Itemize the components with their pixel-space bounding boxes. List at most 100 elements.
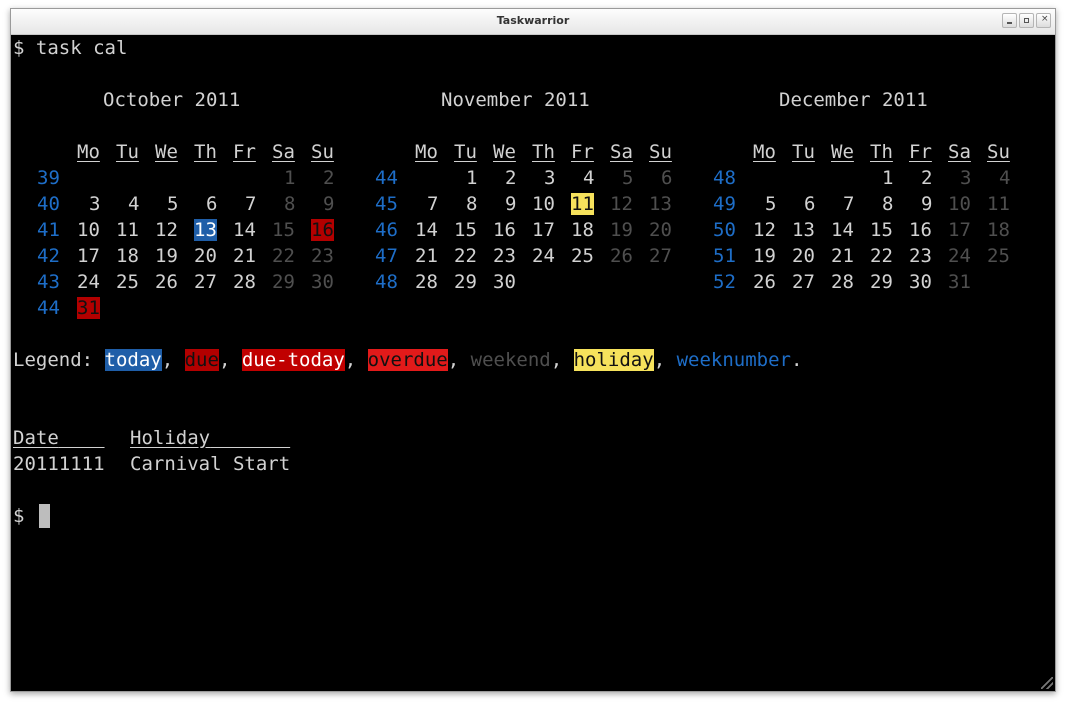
week-number: 45 <box>375 193 398 215</box>
calendar-day: 11 <box>571 193 594 215</box>
calendar-day-number: 10 <box>532 193 555 215</box>
week-number: 41 <box>37 219 60 241</box>
calendar-day-number: 1 <box>882 167 894 189</box>
calendar-day: 27 <box>792 271 815 293</box>
calendar-day: 7 <box>843 193 854 215</box>
calendar-day-number: 11 <box>571 193 594 215</box>
calendar-day: 15 <box>870 219 893 241</box>
calendar-day-number: 6 <box>206 193 218 215</box>
calendar-day: 8 <box>284 193 295 215</box>
calendar-day: 5 <box>622 167 633 189</box>
calendar-day-number: 11 <box>987 193 1010 215</box>
calendar-day: 28 <box>233 271 256 293</box>
terminal-window: Taskwarrior × $ task cal October 2011 Mo T… <box>10 8 1056 692</box>
calendar-day: 19 <box>610 219 633 241</box>
calendar-day-number: 8 <box>284 193 296 215</box>
legend-item-overdue: overdue <box>367 349 448 371</box>
calendar-day: 14 <box>233 219 256 241</box>
calendar-day: 15 <box>272 219 295 241</box>
weekday-header: Th <box>194 141 217 163</box>
weekday-header: Tu <box>454 141 477 163</box>
calendar-day: 26 <box>610 245 633 267</box>
holiday-header-holiday: Holiday <box>130 427 290 449</box>
calendar-day-number: 31 <box>77 297 100 319</box>
calendar-day: 6 <box>804 193 815 215</box>
calendar-day-number: 27 <box>792 271 815 293</box>
resize-grip[interactable] <box>1041 677 1053 689</box>
week-number: 43 <box>37 271 60 293</box>
weekday-header: Mo <box>77 141 100 163</box>
calendar-day: 29 <box>272 271 295 293</box>
calendar-day-number: 7 <box>427 193 439 215</box>
calendar-day: 23 <box>909 245 932 267</box>
week-number: 49 <box>713 193 736 215</box>
title-bar[interactable]: Taskwarrior × <box>11 9 1055 35</box>
calendar-day-number: 1 <box>284 167 296 189</box>
calendar-day-number: 24 <box>532 245 555 267</box>
calendar-day: 24 <box>948 245 971 267</box>
calendar-day: 31 <box>948 271 971 293</box>
calendar-day: 14 <box>831 219 854 241</box>
calendar-day: 1 <box>284 167 295 189</box>
weekday-header: Mo <box>753 141 776 163</box>
weekday-header: Sa <box>948 141 971 163</box>
calendar-day-number: 22 <box>272 245 295 267</box>
calendar-day-number: 8 <box>466 193 478 215</box>
legend-separator: , <box>447 349 471 371</box>
calendar-day: 16 <box>909 219 932 241</box>
calendar-day: 6 <box>661 167 672 189</box>
maximize-button[interactable] <box>1019 13 1034 28</box>
calendar-day-number: 10 <box>77 219 100 241</box>
calendar-day: 22 <box>272 245 295 267</box>
week-number: 47 <box>375 245 398 267</box>
calendar-day: 21 <box>233 245 256 267</box>
week-number: 48 <box>713 167 736 189</box>
calendar-day: 4 <box>583 167 594 189</box>
calendar-day: 17 <box>948 219 971 241</box>
calendar-day-number: 12 <box>155 219 178 241</box>
close-button[interactable]: × <box>1036 13 1051 28</box>
month-title: November 2011 <box>441 89 590 111</box>
calendar-day-number: 23 <box>909 245 932 267</box>
calendar-day-number: 29 <box>870 271 893 293</box>
calendar-day: 9 <box>921 193 932 215</box>
holiday-header-holiday-text: Holiday <box>130 427 211 449</box>
calendar-day-number: 30 <box>909 271 932 293</box>
calendar-day-number: 4 <box>128 193 140 215</box>
calendar-day: 2 <box>505 167 516 189</box>
legend-separator: , <box>344 349 368 371</box>
calendar-day-number: 20 <box>649 219 672 241</box>
calendar-day: 5 <box>167 193 178 215</box>
weekday-header: Sa <box>610 141 633 163</box>
shell-prompt: $ <box>13 505 25 527</box>
calendar-day: 2 <box>921 167 932 189</box>
calendar-day: 8 <box>882 193 893 215</box>
calendar-day-number: 31 <box>948 271 971 293</box>
calendar-day-number: 19 <box>610 219 633 241</box>
weekday-header: Su <box>311 141 334 163</box>
calendar-day: 19 <box>155 245 178 267</box>
calendar-day: 24 <box>532 245 555 267</box>
calendar-day-number: 15 <box>272 219 295 241</box>
legend-item-weekend: weekend <box>470 349 551 371</box>
calendar-day: 27 <box>194 271 217 293</box>
calendar-day: 13 <box>649 193 672 215</box>
calendar-day: 18 <box>987 219 1010 241</box>
weekday-header: Su <box>987 141 1010 163</box>
calendar-day: 25 <box>987 245 1010 267</box>
calendar-day: 9 <box>323 193 334 215</box>
calendar-day-number: 14 <box>233 219 256 241</box>
legend: Legend: today, due, due-today, overdue, … <box>13 349 802 371</box>
calendar-day: 20 <box>792 245 815 267</box>
calendar-day: 23 <box>493 245 516 267</box>
terminal-area[interactable]: $ task cal October 2011 Mo Tu We Th Fr Sa Su 39 1… <box>13 35 1053 687</box>
calendar-day: 26 <box>155 271 178 293</box>
week-number: 51 <box>713 245 736 267</box>
legend-item-today: today <box>104 349 162 371</box>
calendar-day: 18 <box>116 245 139 267</box>
calendar-day: 3 <box>544 167 555 189</box>
calendar-day-number: 2 <box>505 167 517 189</box>
calendar-day-number: 26 <box>155 271 178 293</box>
calendar-day-number: 12 <box>610 193 633 215</box>
minimize-button[interactable] <box>1002 13 1017 28</box>
